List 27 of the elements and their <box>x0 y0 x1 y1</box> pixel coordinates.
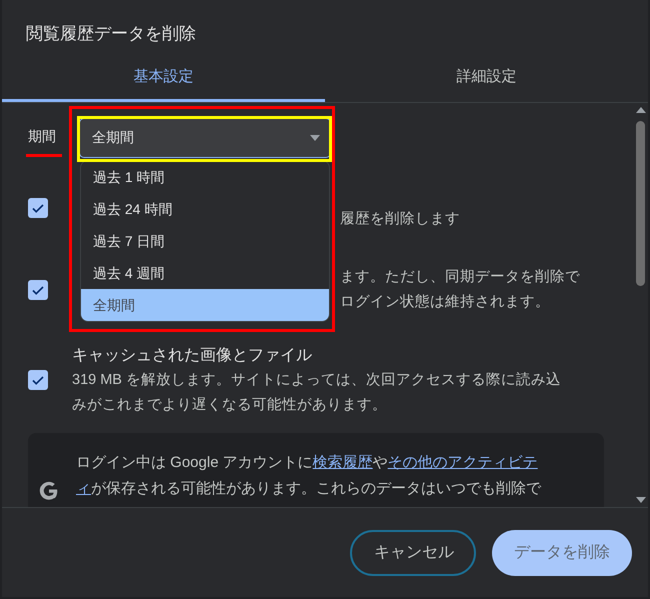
tab[interactable]: 詳細設定 <box>325 55 648 102</box>
menu-item[interactable]: 過去 7 日間 <box>81 225 329 257</box>
item-title: キャッシュされた画像とファイル <box>72 346 313 366</box>
checkbox[interactable] <box>28 370 48 390</box>
item-description: 319 MB を解放します。サイトによっては、次回アクセスする際に読み込みがこれまでより遅くなる可能性があります。 <box>72 370 562 414</box>
link[interactable]: その他のアクティビテ <box>388 454 538 471</box>
notice-text: ィ が保存される可能性があります。これらのデータはいつでも削除で <box>76 479 541 499</box>
checkbox[interactable] <box>28 198 48 218</box>
menu-item[interactable]: 過去 24 時間 <box>81 193 329 225</box>
item-description: 履歴を削除します <box>340 210 460 226</box>
link[interactable]: ィ <box>76 480 91 497</box>
item-description: ます。ただし、同期データを削除で <box>340 269 580 285</box>
dialog-title: 閲覧履歴データを削除 <box>25 23 197 45</box>
menu-item[interactable]: 全期間 <box>81 289 329 321</box>
item-description: ログイン状態は維持されます。 <box>340 294 550 310</box>
tab[interactable]: 基本設定 <box>2 55 325 102</box>
button[interactable]: キャンセル <box>350 530 476 576</box>
caret-icon <box>310 135 320 141</box>
link[interactable]: 検索履歴 <box>312 454 373 471</box>
underline-mark <box>26 154 62 157</box>
g-logo-icon <box>38 480 60 502</box>
field-label: 期間 <box>28 128 56 146</box>
dropdown-field[interactable]: 全期間 <box>80 119 330 157</box>
notice-text: ログイン中は Google アカウントに検索履歴やその他のアクティビテ <box>76 453 539 473</box>
menu-item[interactable]: 過去 4 週間 <box>81 257 329 289</box>
menu-item[interactable]: 過去 1 時間 <box>81 161 329 193</box>
checkbox[interactable] <box>28 280 48 300</box>
